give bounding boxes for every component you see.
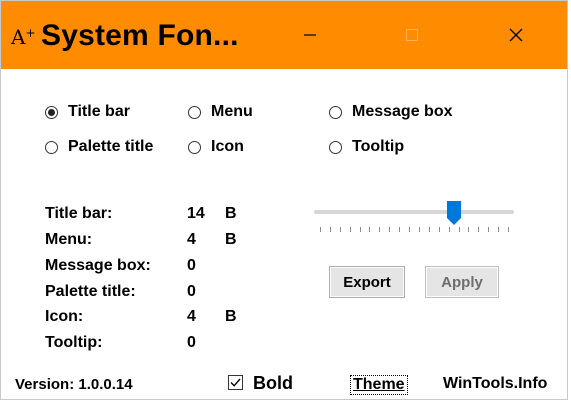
stat-bold-menu: B (225, 231, 237, 248)
slider-tick (458, 227, 460, 232)
radio-palette-title[interactable]: Palette title (45, 138, 153, 156)
radio-label: Title bar (68, 103, 130, 120)
stat-value-menu: 4 (187, 231, 196, 248)
bold-checkbox-label[interactable]: Bold (253, 373, 293, 394)
theme-link[interactable]: Theme (350, 375, 408, 395)
stat-label-tooltip: Tooltip: (45, 334, 103, 351)
app-window: A+ System Fon... Title bar Menu Message … (0, 0, 568, 400)
slider-tick (418, 227, 420, 232)
stat-bold-icon: B (225, 308, 237, 325)
stat-label-menu: Menu: (45, 231, 93, 248)
radio-label: Icon (211, 138, 244, 155)
radio-indicator[interactable] (329, 105, 342, 119)
stat-label-title-bar: Title bar: (45, 205, 113, 222)
font-size-slider-track[interactable] (314, 210, 514, 214)
radio-label: Tooltip (352, 138, 405, 155)
version-label: Version: 1.0.0.14 (15, 376, 133, 393)
slider-tick (349, 227, 351, 232)
maximize-icon (406, 29, 418, 41)
stat-value-message-box: 0 (187, 257, 196, 274)
slider-tick (428, 227, 430, 232)
minimize-icon (304, 34, 316, 36)
radio-indicator[interactable] (188, 105, 201, 119)
checkmark-icon (230, 378, 241, 387)
slider-tick (379, 227, 381, 232)
slider-tick (329, 227, 331, 232)
slider-tick (478, 227, 480, 232)
radio-indicator[interactable] (329, 140, 342, 154)
minimize-button[interactable] (287, 15, 333, 55)
slider-tick (409, 227, 411, 232)
radio-message-box[interactable]: Message box (329, 103, 452, 121)
slider-tick (389, 227, 391, 232)
font-app-icon: A+ (11, 25, 36, 49)
slider-tick (508, 227, 509, 232)
slider-tick (359, 227, 361, 232)
stat-value-tooltip: 0 (187, 334, 196, 351)
window-title: System Fon... (41, 19, 239, 52)
slider-tick (498, 227, 500, 232)
radio-label: Menu (211, 103, 253, 120)
slider-tick (399, 227, 401, 232)
maximize-button[interactable] (389, 15, 435, 55)
stat-value-palette-title: 0 (187, 283, 196, 300)
stat-value-icon: 4 (187, 308, 196, 325)
close-button[interactable] (493, 15, 539, 55)
slider-tick (468, 227, 470, 232)
radio-indicator[interactable] (188, 140, 201, 154)
slider-tick (488, 227, 490, 232)
slider-tick (369, 227, 371, 232)
radio-menu[interactable]: Menu (188, 103, 253, 121)
radio-tooltip[interactable]: Tooltip (329, 138, 404, 156)
radio-indicator[interactable] (45, 105, 58, 119)
radio-icon[interactable]: Icon (188, 138, 244, 156)
stat-label-palette-title: Palette title: (45, 283, 136, 300)
apply-button[interactable]: Apply (425, 266, 499, 298)
radio-title-bar[interactable]: Title bar (45, 103, 130, 121)
stat-bold-title-bar: B (225, 205, 237, 222)
wintools-link[interactable]: WinTools.Info (443, 375, 547, 393)
export-button[interactable]: Export (329, 266, 405, 298)
radio-indicator[interactable] (45, 140, 58, 154)
slider-tick (448, 227, 450, 232)
stat-label-icon: Icon: (45, 308, 84, 325)
close-icon (509, 28, 523, 42)
title-bar[interactable]: A+ System Fon... (1, 1, 567, 69)
font-size-slider-thumb[interactable] (447, 201, 461, 225)
slider-tick (320, 227, 321, 232)
bold-checkbox[interactable] (228, 375, 243, 390)
slider-tick (438, 227, 440, 232)
stat-value-title-bar: 14 (187, 205, 205, 222)
radio-label: Message box (352, 103, 453, 120)
slider-tick (339, 227, 341, 232)
stat-label-message-box: Message box: (45, 257, 151, 274)
radio-label: Palette title (68, 138, 154, 155)
